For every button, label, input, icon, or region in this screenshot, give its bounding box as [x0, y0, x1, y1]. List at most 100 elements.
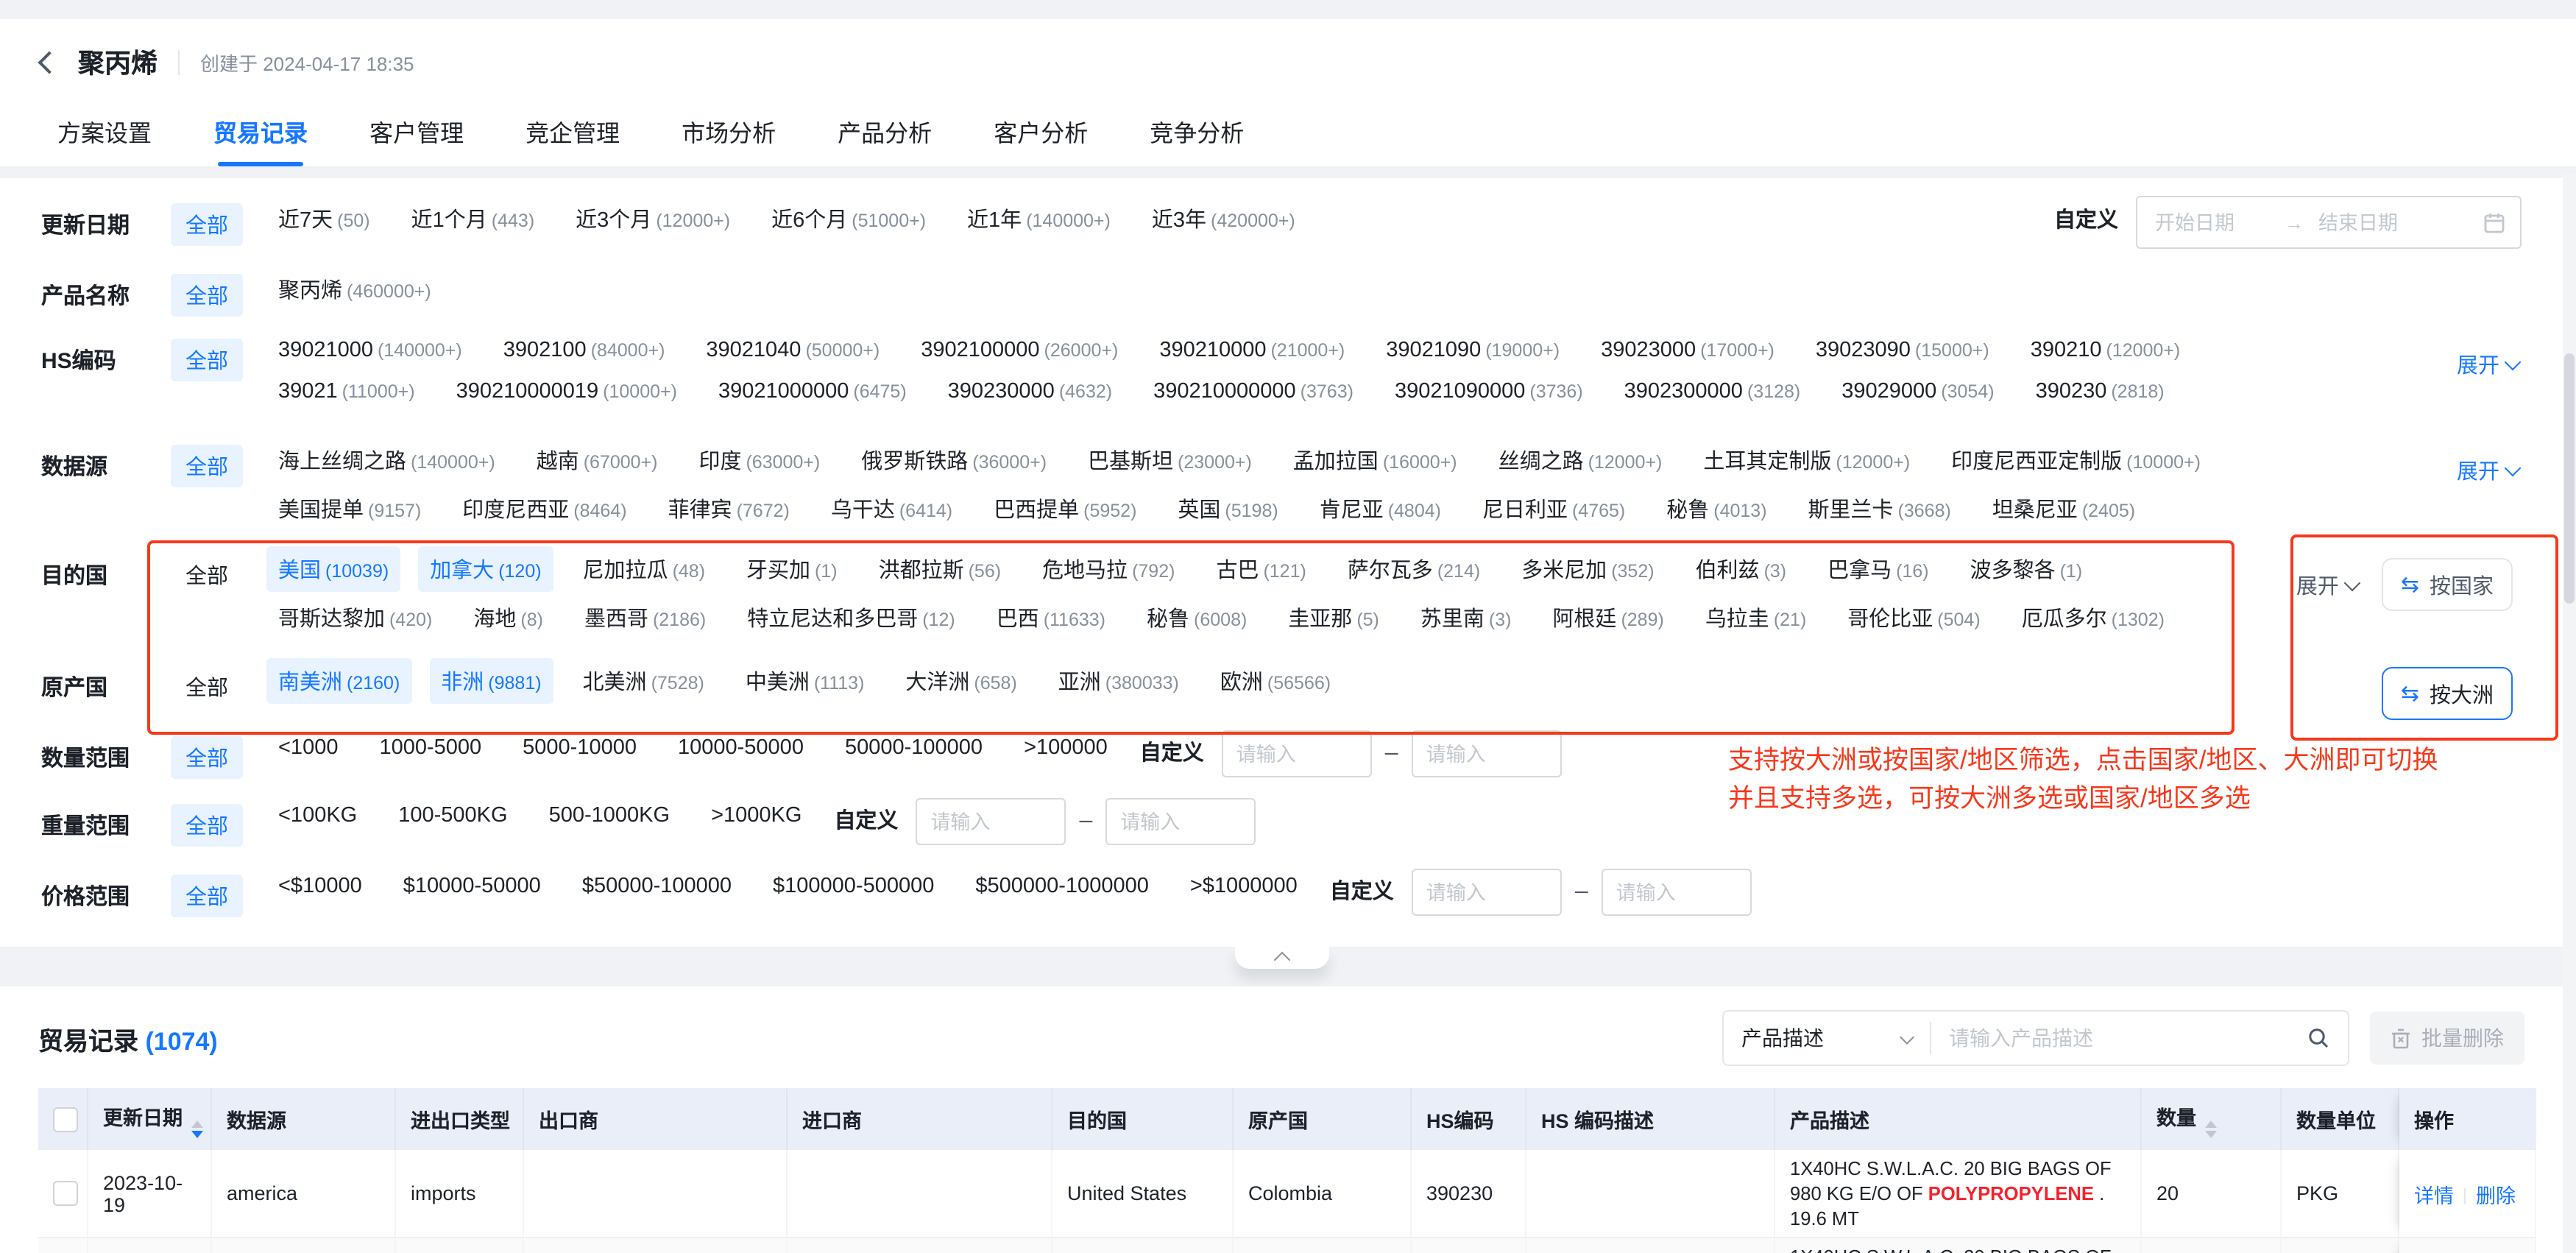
filter-option[interactable]: 390210000000(3763): [1142, 373, 1365, 411]
filter-option[interactable]: 10000-50000: [666, 729, 815, 767]
weight-min-input[interactable]: [916, 798, 1066, 845]
sort-asc-icon[interactable]: [2205, 1120, 2217, 1127]
filter-option[interactable]: 39029000(3054): [1830, 373, 2006, 411]
filter-option[interactable]: 近6个月(51000+): [760, 196, 938, 241]
filter-option[interactable]: 39023000(17000+): [1589, 331, 1786, 370]
filter-option[interactable]: <100KG: [266, 797, 369, 835]
custom-range-label[interactable]: 自定义: [1137, 729, 1207, 774]
filter-option[interactable]: $10000-50000: [392, 867, 553, 906]
filter-option[interactable]: 海上丝绸之路(140000+): [266, 437, 507, 483]
filter-option[interactable]: 印度尼西亚定制版(10000+): [1939, 437, 2212, 483]
detail-link[interactable]: 详情: [2414, 1185, 2454, 1207]
filter-option[interactable]: 亚洲(380033): [1047, 658, 1191, 704]
row-checkbox[interactable]: [53, 1181, 78, 1206]
filter-option[interactable]: 菲律宾(7672): [657, 486, 802, 532]
filter-option[interactable]: 北美洲(7528): [571, 658, 716, 704]
filter-option[interactable]: 多米尼加(352): [1510, 546, 1666, 592]
filter-option[interactable]: 近1年(140000+): [955, 196, 1122, 241]
filter-option[interactable]: 39021000(140000+): [266, 331, 474, 370]
filter-option[interactable]: >1000KG: [699, 797, 813, 835]
filter-all-chip[interactable]: 全部: [171, 203, 243, 246]
sort-desc-icon[interactable]: [2205, 1130, 2217, 1137]
collapse-panel-button[interactable]: [1234, 947, 1328, 969]
filter-option[interactable]: 巴拿马(16): [1816, 546, 1940, 592]
filter-option[interactable]: 390230(2818): [2024, 373, 2176, 411]
filter-option[interactable]: 危地马拉(792): [1030, 546, 1186, 592]
filter-option[interactable]: 越南(67000+): [525, 437, 670, 483]
custom-range-label[interactable]: 自定义: [1327, 867, 1397, 913]
filter-option[interactable]: 苏里南(3): [1409, 595, 1524, 640]
nav-tab[interactable]: 市场分析: [682, 99, 776, 166]
filter-option[interactable]: 尼加拉瓜(48): [571, 546, 717, 592]
filter-all-chip[interactable]: 全部: [171, 339, 243, 381]
scrollbar[interactable]: [2563, 174, 2576, 1253]
dest-expand-button[interactable]: 展开: [2296, 569, 2358, 600]
filter-option[interactable]: 阿根廷(289): [1540, 595, 1675, 640]
quantity-min-input[interactable]: [1222, 730, 1372, 777]
custom-range-label[interactable]: 自定义: [831, 797, 901, 842]
filter-option[interactable]: 1000-5000: [367, 729, 493, 767]
filter-option[interactable]: 土耳其定制版(12000+): [1691, 437, 1922, 483]
filter-all-chip[interactable]: 全部: [171, 875, 243, 917]
filter-option[interactable]: 50000-100000: [833, 729, 994, 767]
filter-option[interactable]: 印度(63000+): [687, 437, 832, 483]
filter-option[interactable]: 圭亚那(5): [1276, 595, 1391, 640]
delete-link[interactable]: 删除: [2476, 1185, 2516, 1207]
nav-tab[interactable]: 竞争分析: [1150, 99, 1244, 166]
filter-option[interactable]: <1000: [266, 729, 350, 767]
select-all-checkbox[interactable]: [53, 1106, 78, 1132]
filter-option[interactable]: 近3年(420000+): [1140, 196, 1307, 241]
filter-option[interactable]: 3902100(84000+): [492, 331, 677, 370]
filter-option[interactable]: 特立尼达和多巴哥(12): [735, 595, 966, 640]
filter-option[interactable]: 390210000(21000+): [1147, 331, 1356, 370]
filter-option[interactable]: 39021(11000+): [266, 373, 427, 411]
start-date-input[interactable]: [2152, 210, 2273, 235]
filter-option[interactable]: 海地(8): [461, 595, 555, 640]
filter-option[interactable]: 加拿大(120): [418, 546, 553, 592]
filter-option[interactable]: >$1000000: [1178, 867, 1309, 906]
price-max-input[interactable]: [1602, 869, 1752, 916]
sort-desc-icon[interactable]: [191, 1130, 203, 1137]
custom-range-label[interactable]: 自定义: [2051, 196, 2121, 241]
filter-all-chip[interactable]: 全部: [171, 804, 243, 847]
filter-option[interactable]: 印度尼西亚(8464): [450, 486, 638, 532]
filter-option[interactable]: 南美洲(2160): [266, 658, 411, 704]
filter-option[interactable]: 坦桑尼亚(2405): [1981, 486, 2147, 532]
scrollbar-thumb[interactable]: [2564, 353, 2575, 604]
nav-tab[interactable]: 客户管理: [369, 99, 464, 166]
nav-tab[interactable]: 方案设置: [57, 99, 152, 166]
filter-option[interactable]: <$10000: [266, 867, 374, 906]
end-date-input[interactable]: [2315, 210, 2436, 235]
quantity-max-input[interactable]: [1412, 730, 1562, 777]
filter-option[interactable]: 欧洲(56566): [1209, 658, 1342, 704]
filter-option[interactable]: 孟加拉国(16000+): [1281, 437, 1469, 483]
filter-option[interactable]: 墨西哥(2186): [573, 595, 718, 640]
filter-option[interactable]: 巴西提单(5952): [982, 486, 1148, 532]
nav-tab[interactable]: 贸易记录: [213, 99, 308, 166]
filter-option[interactable]: 厄瓜多尔(1302): [2010, 595, 2176, 640]
hs-expand-button[interactable]: 展开: [2457, 349, 2519, 380]
filter-option[interactable]: 聚丙烯(460000+): [266, 267, 443, 312]
filter-option[interactable]: 大洋洲(658): [894, 658, 1028, 704]
back-icon[interactable]: [38, 50, 60, 73]
filter-option[interactable]: 非洲(9881): [429, 658, 553, 704]
filter-all-chip[interactable]: 全部: [171, 274, 243, 317]
filter-option[interactable]: 波多黎各(1): [1958, 546, 2095, 592]
col-quantity[interactable]: 数量: [2142, 1088, 2282, 1150]
filter-option[interactable]: 丝绸之路(12000+): [1487, 437, 1674, 483]
filter-option[interactable]: 肯尼亚(4804): [1308, 486, 1453, 532]
filter-option[interactable]: 俄罗斯铁路(36000+): [849, 437, 1058, 483]
filter-option[interactable]: 美国(10039): [266, 546, 400, 592]
filter-option[interactable]: 39021090(19000+): [1374, 331, 1571, 370]
filter-all-chip[interactable]: 全部: [171, 554, 243, 596]
filter-option[interactable]: 39021040(50000+): [694, 331, 891, 370]
nav-tab[interactable]: 竞企管理: [526, 99, 620, 166]
filter-option[interactable]: 尼日利亚(4765): [1471, 486, 1637, 532]
filter-option[interactable]: 390210000019(10000+): [445, 373, 689, 411]
filter-all-chip[interactable]: 全部: [171, 445, 243, 487]
search-input[interactable]: [1931, 1026, 2307, 1050]
filter-option[interactable]: 伯利兹(3): [1684, 546, 1799, 592]
filter-option[interactable]: 390210(12000+): [2019, 331, 2193, 370]
batch-delete-button[interactable]: 批量删除: [2370, 1012, 2524, 1065]
filter-option[interactable]: 39021000000(6475): [707, 373, 919, 411]
